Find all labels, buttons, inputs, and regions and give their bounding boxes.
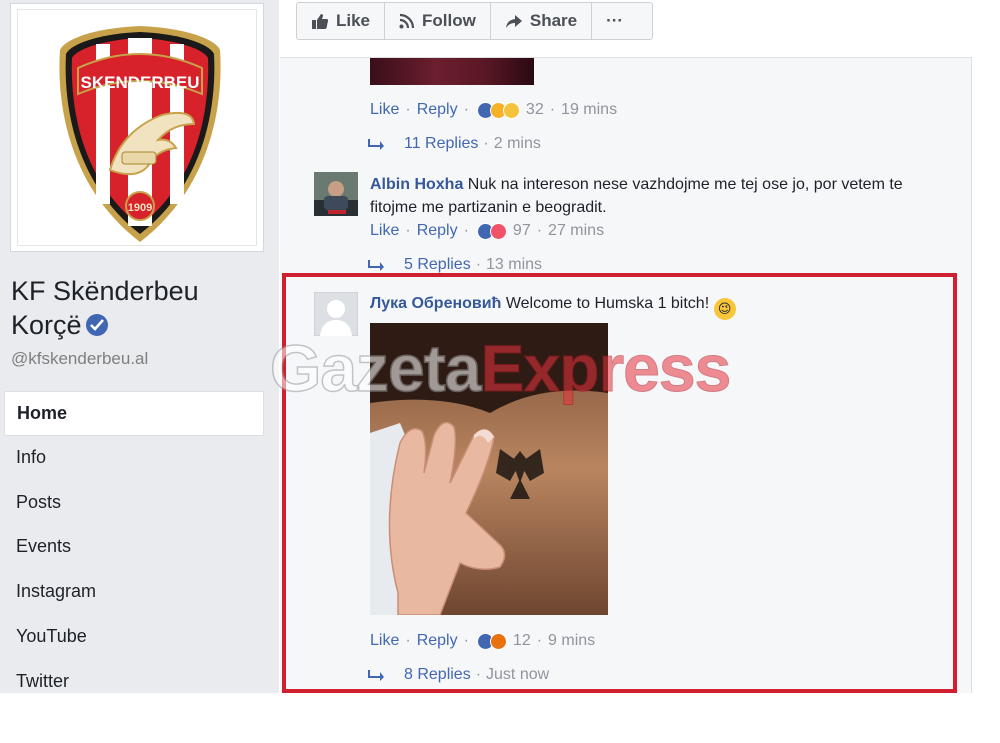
share-page-label: Share [529,11,578,30]
watermark-part-1: Gazeta [269,330,482,406]
watermark-part-2: Express [480,331,732,406]
comment-body: Лука Обреновић Welcome to Humska 1 bitch… [370,292,930,320]
nav-item-youtube[interactable]: YouTube [4,615,264,660]
reply-arrow-icon [368,670,384,681]
sad-reaction-icon [502,101,520,119]
comment-like-link[interactable]: Like [370,222,399,240]
replies-time: Just now [486,666,550,683]
love-reaction-icon [489,222,507,240]
comment-reply-link[interactable]: Reply [417,632,458,650]
replies-link-top[interactable]: 11 Replies · 2 mins [368,135,541,153]
rss-follow-icon [399,13,415,29]
comment-author[interactable]: Albin Hoxha [370,176,463,193]
more-options-button[interactable]: ··· [592,3,637,39]
nav-item-posts[interactable]: Posts [4,481,264,526]
share-arrow-icon [505,14,522,28]
nav-item-info[interactable]: Info [4,436,264,481]
reactions-icons[interactable] [476,101,520,119]
comment-reply-link[interactable]: Reply [417,101,458,119]
reaction-count[interactable]: 97 [513,222,531,240]
comment-actions-highlighted: Like · Reply · 12 · 9 mins [370,632,596,650]
page-title[interactable]: KF Skënderbeu Korçë [11,274,251,342]
comment-body: Albin Hoxha Nuk na intereson nese vazhdo… [370,173,930,219]
comment-time[interactable]: 19 mins [561,101,617,119]
reply-arrow-icon [368,260,384,271]
page-sidebar: SKENDERBEU 1909 KF Skënderbeu Korçë @kfs… [0,0,279,693]
share-page-button[interactable]: Share [491,3,593,39]
follow-page-label: Follow [422,11,476,30]
page-nav: Home Info Posts Events Instagram YouTube… [4,391,264,705]
nav-item-instagram[interactable]: Instagram [4,570,264,615]
angry-reaction-icon [489,632,507,650]
replies-link[interactable]: 5 Replies · 13 mins [368,256,542,274]
page-bottom-margin [0,693,1000,743]
reply-arrow-icon [368,139,384,150]
comment-photo-cropped[interactable] [370,58,534,85]
comment-like-link[interactable]: Like [370,632,399,650]
thumbs-up-icon [312,13,329,29]
comment-author[interactable]: Лука Обреновић [370,295,501,312]
replies-time: 13 mins [486,256,543,273]
club-logo: SKENDERBEU 1909 [17,9,257,246]
page-action-bar: Like Follow Share ··· [296,2,653,40]
replies-count[interactable]: 8 Replies [404,666,471,684]
reactions-icons[interactable] [476,222,507,240]
page-profile-picture[interactable]: SKENDERBEU 1909 [10,3,264,252]
replies-count[interactable]: 11 Replies [404,135,478,153]
nav-item-events[interactable]: Events [4,525,264,570]
logo-year: 1909 [128,202,152,214]
comment-like-link[interactable]: Like [370,101,399,119]
page-handle[interactable]: @kfskenderbeu.al [11,349,148,369]
nav-item-home[interactable]: Home [4,391,264,436]
comment-time[interactable]: 9 mins [548,632,595,650]
comment-text: Welcome to Humska 1 bitch! [505,295,710,312]
like-page-button[interactable]: Like [297,3,386,39]
replies-time: 2 mins [493,135,541,152]
avatar[interactable] [314,172,358,216]
reactions-icons[interactable] [476,632,507,650]
wink-emoji-icon: 😉 [713,298,736,320]
reaction-count[interactable]: 32 [526,101,544,119]
logo-text: SKENDERBEU [80,73,199,92]
comment-time[interactable]: 27 mins [548,222,604,240]
like-page-label: Like [336,11,371,30]
verified-badge-icon [85,314,108,336]
comment-reply-link[interactable]: Reply [417,222,458,240]
comment-actions-top: Like · Reply · 32 · 19 mins [370,101,618,119]
watermark: GazetaExpress [269,330,732,406]
comment-actions: Like · Reply · 97 · 27 mins [370,222,605,240]
reaction-count[interactable]: 12 [513,632,531,650]
follow-page-button[interactable]: Follow [385,3,491,39]
replies-count[interactable]: 5 Replies [404,256,471,274]
replies-link-highlighted[interactable]: 8 Replies · Just now [368,666,549,684]
